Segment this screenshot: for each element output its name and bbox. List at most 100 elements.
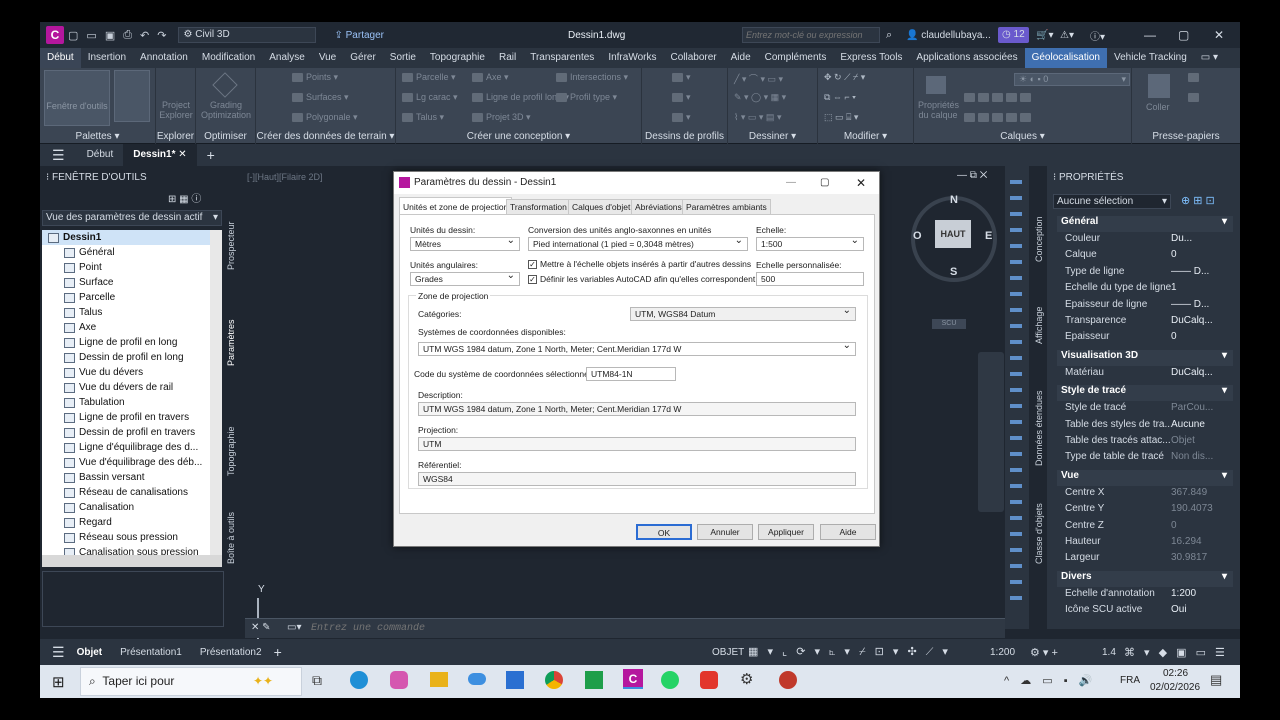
talus-button[interactable]: Talus ▾ (402, 112, 444, 123)
tree-item[interactable]: Canalisation (42, 500, 222, 515)
surfaces-button[interactable]: Surfaces ▾ (292, 92, 349, 103)
clock-date[interactable]: 02/02/2026 (1150, 682, 1200, 693)
property-value[interactable]: 0 (1171, 331, 1233, 347)
grading-optimization-button[interactable]: Grading Optimization (198, 100, 254, 120)
dialog-maximize-icon[interactable]: ▢ (820, 172, 829, 194)
property-value[interactable]: 1 (1171, 282, 1233, 298)
property-row[interactable]: Style de tracé ParCou... (1057, 402, 1233, 418)
property-row[interactable]: Calque 0 (1057, 249, 1233, 265)
new-icon[interactable]: ▢ (68, 29, 78, 42)
toolspace-toolbar[interactable]: ⊞ ▦ ⓘ (168, 190, 201, 205)
profil-type-button[interactable]: Profil type ▾ (556, 92, 617, 103)
ribbon-tab[interactable]: Vue (312, 48, 343, 68)
plot-icon[interactable]: ⎙ (123, 29, 132, 42)
tree-item[interactable]: Général (42, 245, 222, 260)
ribbon-tab[interactable]: Compléments (758, 48, 834, 68)
layout-tab-model[interactable]: Objet (77, 647, 103, 658)
status-tools-icons[interactable]: ▦ ▾ ⌞ ⟳ ▾ ⦜ ▾ ⌿ ⊡ ▾ ✣ ⟋ ▾ (748, 645, 951, 659)
property-row[interactable]: Type de table de tracé Non dis... (1057, 451, 1233, 467)
collapse-icon[interactable]: ▾ (1222, 385, 1227, 396)
vtab-parametres[interactable]: Paramètres (226, 306, 240, 366)
hatch-icon[interactable]: ⌇ ▾ ▭ ▾ ▤ ▾ (734, 112, 781, 123)
property-row[interactable]: Hauteur 16.294 (1057, 536, 1233, 552)
collapse-icon[interactable]: ▾ (1222, 216, 1227, 227)
dialog-tab-units[interactable]: Unités et zone de projection (399, 197, 513, 215)
property-value[interactable]: 30.9817 (1171, 552, 1233, 568)
property-value[interactable]: 1:200 (1171, 588, 1233, 604)
tree-item[interactable]: Dessin de profil en travers (42, 425, 222, 440)
profile-view-icon-3[interactable]: ▾ (672, 112, 691, 123)
profile-view-icon-2[interactable]: ▾ (672, 92, 691, 103)
dialog-title-bar[interactable]: Paramètres du dessin - Dessin1 — ▢ ✕ (394, 172, 879, 194)
save-icon[interactable]: ▣ (105, 29, 115, 42)
ribbon-tab[interactable]: Sortie (383, 48, 423, 68)
workspace-selector[interactable]: ⚙ Civil 3D (178, 27, 317, 43)
points-button[interactable]: Points ▾ (292, 72, 338, 83)
help-icon[interactable]: ⓘ▾ (1090, 28, 1105, 43)
ribbon-tab[interactable]: Express Tools (833, 48, 909, 68)
maximize-icon[interactable]: ▢ (1178, 28, 1189, 42)
chrome-icon[interactable] (545, 671, 563, 689)
connect-icon[interactable]: ⚠▾ (1060, 30, 1074, 41)
property-row[interactable]: Centre X 367.849 (1057, 487, 1233, 503)
property-row[interactable]: Table des tracés attac... Objet (1057, 435, 1233, 451)
property-row[interactable]: Transparence DuCalq... (1057, 315, 1233, 331)
copy-icon[interactable]: ⧉ ⇔ ⌐ ▾ (824, 92, 856, 103)
add-layout-icon[interactable]: + (274, 644, 282, 660)
axe-button[interactable]: Axe ▾ (472, 72, 509, 83)
paste-icon[interactable] (1148, 74, 1170, 98)
conversion-select[interactable]: Pied international (1 pied = 0,3048 mètr… (528, 237, 748, 251)
tree-item[interactable]: Vue du dévers (42, 365, 222, 380)
property-value[interactable]: Oui (1171, 604, 1233, 620)
toolspace-title[interactable]: ⁝ FENÊTRE D'OUTILS (46, 172, 147, 183)
ribbon-tab[interactable]: Rail (492, 48, 523, 68)
property-section[interactable]: Général ▾ (1057, 216, 1233, 232)
projet3d-button[interactable]: Projet 3D ▾ (472, 112, 531, 123)
property-value[interactable]: Non dis... (1171, 451, 1233, 467)
task-view-icon[interactable]: ⧉ (312, 672, 322, 689)
tree-item[interactable]: Point (42, 260, 222, 275)
property-value[interactable]: —— D... (1171, 266, 1233, 282)
ribbon-tab[interactable]: InfraWorks (601, 48, 663, 68)
ribbon-tab[interactable]: Transparentes (523, 48, 601, 68)
intersections-button[interactable]: Intersections ▾ (556, 72, 628, 83)
acrobat-icon[interactable] (700, 671, 718, 689)
property-value[interactable]: 16.294 (1171, 536, 1233, 552)
layout-menu-icon[interactable]: ☰ (52, 644, 65, 661)
property-row[interactable]: Icône SCU active Oui (1057, 604, 1233, 620)
tree-item[interactable]: Parcelle (42, 290, 222, 305)
property-value[interactable]: ParCou... (1171, 402, 1233, 418)
property-row[interactable]: Matériau DuCalq... (1057, 367, 1233, 383)
doc-tab-start[interactable]: Début (77, 144, 124, 166)
tree-item[interactable]: Vue d'équilibrage des déb... (42, 455, 222, 470)
app-logo[interactable]: C (46, 26, 64, 44)
code-input[interactable]: UTM84-1N (586, 367, 676, 381)
parcelle-button[interactable]: Parcelle ▾ (402, 72, 456, 83)
property-section[interactable]: Vue ▾ (1057, 469, 1233, 486)
layer-dropdown[interactable]: ☀ ◐ ▪ 0 ▾ (1014, 73, 1130, 86)
categories-select[interactable]: UTM, WGS84 Datum (630, 307, 856, 321)
ribbon-tab[interactable]: Aide (724, 48, 758, 68)
settings-icon[interactable]: ⚙ ▾ + (1030, 646, 1058, 659)
tool-strip-icons[interactable] (1010, 172, 1022, 612)
record-icon[interactable] (779, 671, 797, 689)
taskbar-search[interactable]: ⌕ Taper ici pour ✦✦ (80, 667, 302, 696)
property-value[interactable]: DuCalq... (1171, 315, 1233, 331)
angular-units-select[interactable]: Grades (410, 272, 520, 286)
viewport-controls[interactable]: [-][Haut][Filaire 2D] (247, 172, 323, 182)
dessiner-label[interactable]: Dessiner ▾ (728, 131, 817, 142)
profile-view-icon[interactable]: ▾ (672, 72, 691, 83)
annotation-scale[interactable]: 1:200 (990, 647, 1015, 658)
property-value[interactable]: Du... (1171, 233, 1233, 249)
tree-item[interactable]: Regard (42, 515, 222, 530)
search-icon[interactable]: ⌕ (886, 29, 892, 42)
vtab-conception[interactable]: Conception (1034, 182, 1048, 262)
tree-root[interactable]: Dessin1 (42, 230, 222, 245)
model-space-toggle[interactable]: OBJET (712, 647, 744, 658)
search-input[interactable] (742, 27, 880, 43)
property-value[interactable]: Aucune (1171, 419, 1233, 435)
property-row[interactable]: Echelle du type de ligne 1 (1057, 282, 1233, 298)
ribbon-tab[interactable]: Annotation (133, 48, 195, 68)
viewport-window-controls[interactable]: — ⧉ ✕ (957, 170, 987, 181)
close-icon[interactable]: ✕ (1214, 28, 1224, 42)
